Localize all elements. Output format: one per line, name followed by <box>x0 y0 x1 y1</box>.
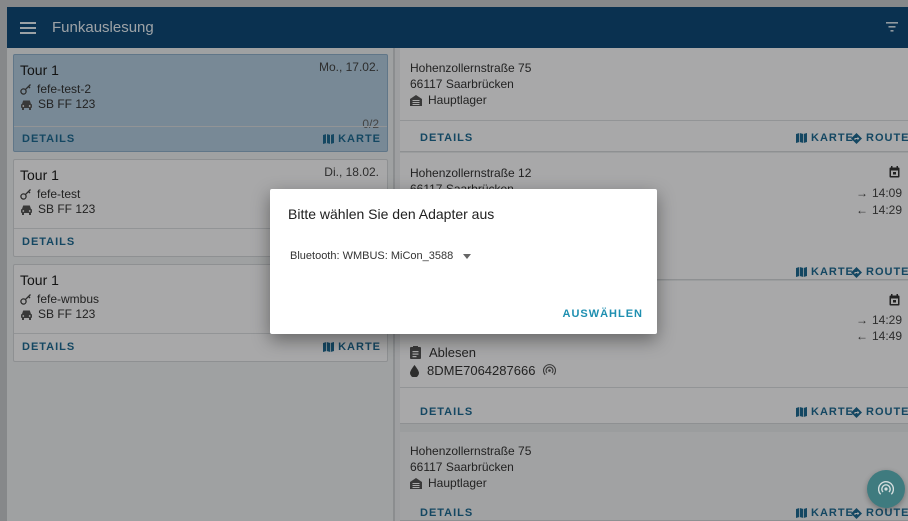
adapter-select[interactable]: Bluetooth: WMBUS: MiCon_3588 <box>290 250 472 262</box>
dialog-title: Bitte wählen Sie den Adapter aus <box>288 206 495 222</box>
scan-fab[interactable] <box>867 470 905 508</box>
dropdown-arrow-icon <box>463 253 472 259</box>
radio-signal-icon <box>878 481 894 497</box>
select-adapter-button[interactable]: AUSWÄHLEN <box>563 308 644 320</box>
adapter-dialog: Bitte wählen Sie den Adapter aus Bluetoo… <box>270 189 657 334</box>
adapter-select-value: Bluetooth: WMBUS: MiCon_3588 <box>290 250 454 262</box>
